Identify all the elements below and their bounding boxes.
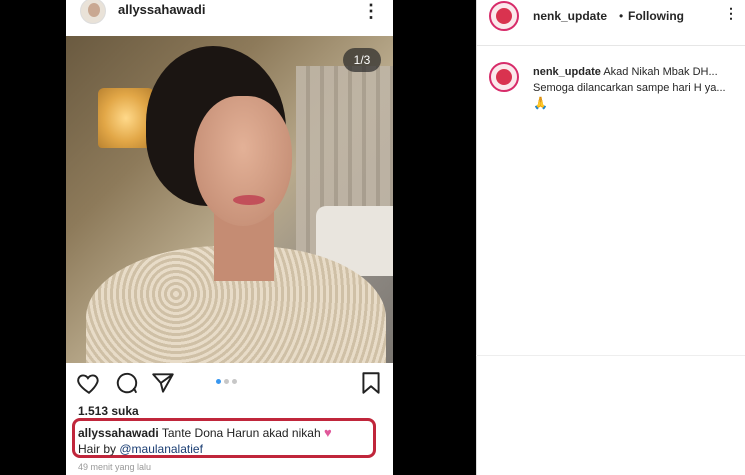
face [194, 96, 292, 226]
post-username[interactable]: allyssahawadi [118, 2, 205, 17]
paper-plane-icon[interactable] [150, 370, 176, 396]
panel-header: nenk_update • Following ⋮ [477, 0, 745, 46]
caption: allyssahawadi Tante Dona Harun akad nika… [78, 425, 332, 440]
bookmark-icon[interactable] [358, 370, 384, 396]
panel-divider [476, 355, 745, 356]
post-actions [66, 368, 393, 398]
more-options-icon[interactable]: ⋮ [724, 5, 738, 22]
post-header: allyssahawadi ⋮ [66, 0, 393, 36]
comment-line-2: Semoga dilancarkan sampe hari H ya... [533, 82, 726, 94]
comment-text: Akad Nikah Mbak DH... [603, 66, 718, 78]
comment-bubble-icon[interactable] [114, 370, 140, 396]
lips [233, 195, 265, 205]
instagram-post-screenshot: allyssahawadi ⋮ 1/3 1.513 suka [66, 0, 393, 475]
praying-hands-emoji-icon: 🙏 [533, 96, 548, 110]
comment-username[interactable]: nenk_update [533, 66, 601, 78]
likes-count[interactable]: 1.513 suka [78, 404, 139, 418]
comment-avatar[interactable] [489, 62, 519, 92]
carousel-dots [216, 379, 244, 385]
post-photo[interactable]: 1/3 [66, 36, 393, 363]
post-timestamp: 49 menit yang lalu [78, 462, 152, 472]
caption-text: Tante Dona Harun akad nikah [161, 426, 321, 440]
pink-heart-emoji-icon: ♥ [323, 425, 332, 440]
caption-username[interactable]: allyssahawadi [78, 426, 159, 440]
header-username[interactable]: nenk_update [533, 9, 607, 23]
mention-link[interactable]: @maulanalatief [119, 442, 203, 456]
following-button[interactable]: Following [628, 9, 684, 23]
caption-credit-prefix: Hair by [78, 442, 120, 456]
comments-panel: nenk_update • Following ⋮ nenk_update Ak… [476, 0, 745, 475]
image-counter-badge: 1/3 [343, 48, 381, 72]
heart-outline-icon[interactable] [76, 370, 102, 396]
header-separator: • [619, 9, 624, 23]
header-avatar[interactable] [489, 1, 519, 31]
profile-avatar[interactable] [80, 0, 106, 24]
more-options-icon[interactable]: ⋮ [362, 0, 380, 22]
caption-credit: Hair by @maulanalatief [78, 442, 203, 456]
comment: nenk_update Akad Nikah Mbak DH... [533, 66, 743, 78]
